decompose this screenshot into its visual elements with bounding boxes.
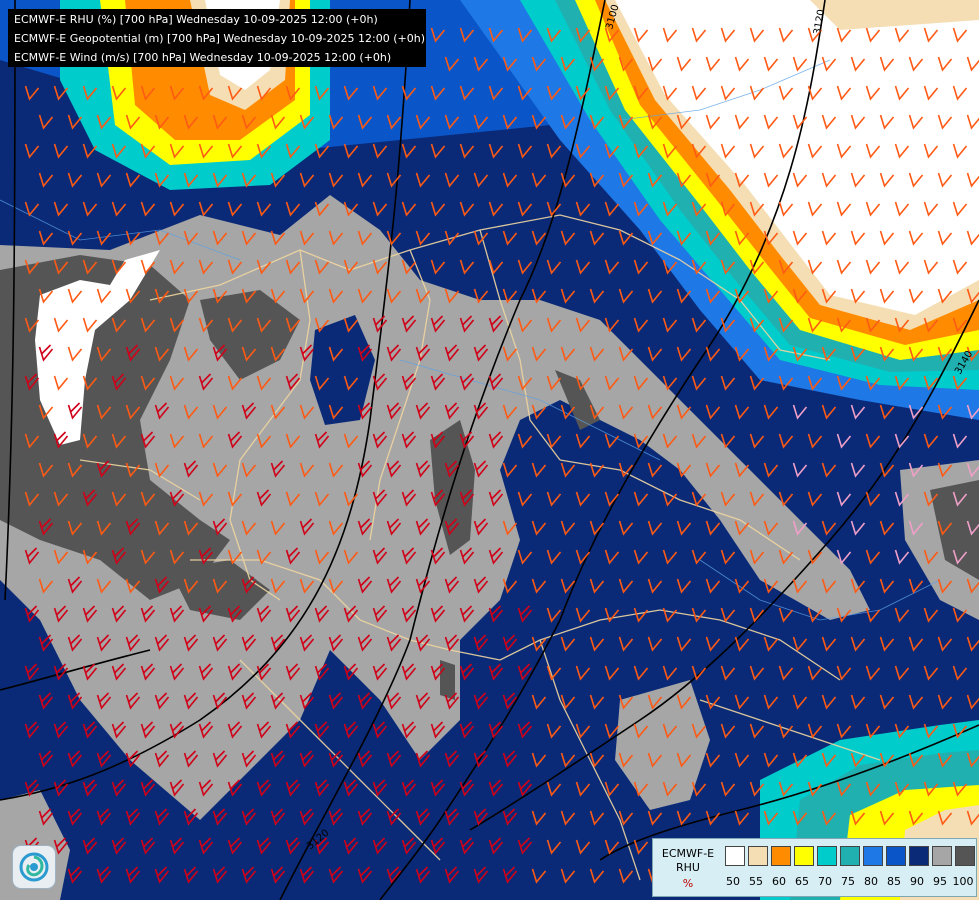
legend-swatch bbox=[863, 846, 883, 866]
legend-swatch bbox=[817, 846, 837, 866]
map-title-box: ECMWF-E RHU (%) [700 hPa] Wednesday 10-0… bbox=[8, 9, 426, 67]
legend-swatch bbox=[840, 846, 860, 866]
legend-swatch bbox=[886, 846, 906, 866]
rhu-legend: ECMWF-E RHU % 50 55 60 65 70 75 80 85 90 95 100 bbox=[652, 838, 977, 897]
map-viewport[interactable]: 3100 3120 3140 3120 ECMWF-E RHU (%) [700… bbox=[0, 0, 979, 900]
legend-swatch bbox=[748, 846, 768, 866]
legend-tick-label: 100 bbox=[952, 875, 974, 888]
legend-unit: % bbox=[682, 877, 694, 890]
title-wind: ECMWF-E Wind (m/s) [700 hPa] Wednesday 1… bbox=[14, 51, 392, 64]
legend-variable: RHU bbox=[676, 861, 700, 874]
legend-swatch bbox=[909, 846, 929, 866]
legend-swatch bbox=[955, 846, 975, 866]
legend-swatch bbox=[794, 846, 814, 866]
legend-model: ECMWF-E bbox=[661, 847, 715, 860]
title-geopotential: ECMWF-E Geopotential (m) [700 hPa] Wedne… bbox=[14, 32, 425, 45]
title-rhu: ECMWF-E RHU (%) [700 hPa] Wednesday 10-0… bbox=[14, 13, 378, 26]
legend-swatch bbox=[725, 846, 745, 866]
legend-swatch bbox=[771, 846, 791, 866]
rhu-map: 3100 3120 3140 3120 bbox=[0, 0, 979, 900]
legend-swatch bbox=[932, 846, 952, 866]
ecmwf-swirl-icon bbox=[12, 845, 56, 889]
